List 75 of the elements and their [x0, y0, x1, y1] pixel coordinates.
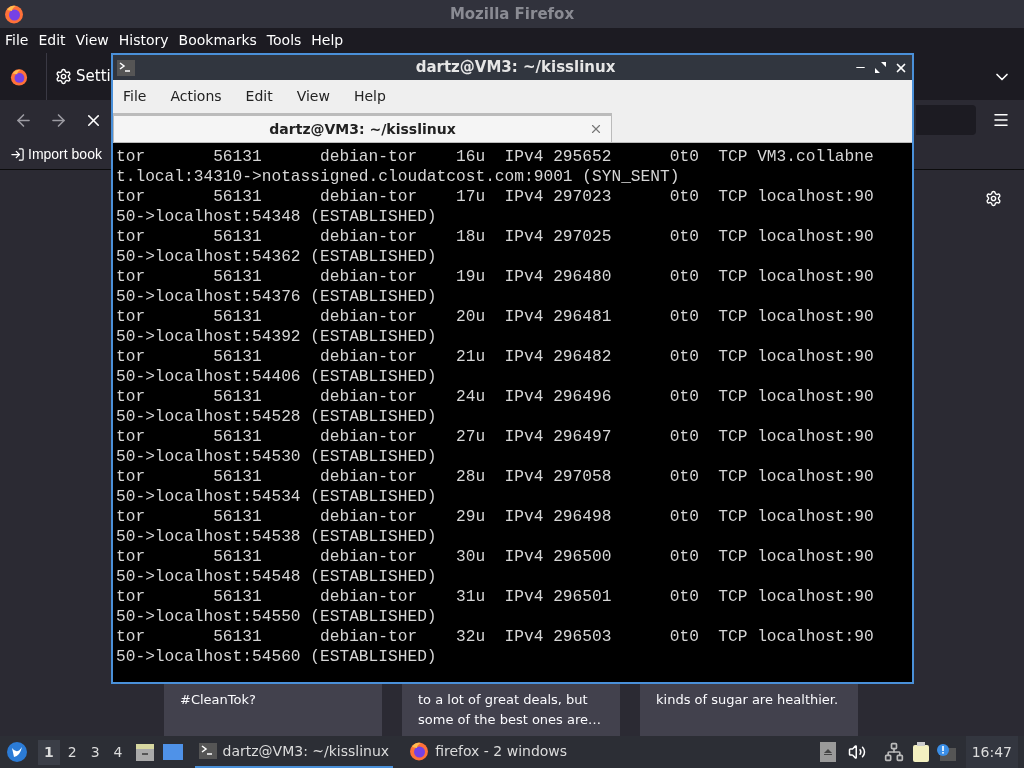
article-card[interactable]: to a lot of great deals, but some of the best ones are… [402, 684, 620, 736]
card-text: kinds of sugar are healthier. [656, 691, 840, 709]
menu-item[interactable]: Tools [266, 30, 302, 51]
terminal-line: tor 56131 debian-tor 27u IPv4 296497 0t0 TCP localhost:90 [116, 427, 874, 447]
terminal-line: tor 56131 debian-tor 30u IPv4 296500 0t0 TCP localhost:90 [116, 547, 874, 567]
terminal-line: tor 56131 debian-tor 19u IPv4 296480 0t0 TCP localhost:90 [116, 267, 874, 287]
menu-item[interactable]: View [296, 85, 330, 107]
terminal-line: 50->localhost:54376 (ESTABLISHED) [116, 287, 437, 307]
menu-item[interactable]: Edit [245, 85, 273, 107]
terminal-line: tor 56131 debian-tor 21u IPv4 296482 0t0 TCP localhost:90 [116, 347, 874, 367]
terminal-line: t.local:34310->notassigned.cloudatcost.com:9001 (SYN_SENT) [116, 167, 680, 187]
window-title: dartz@VM3: ~/kisslinux [414, 57, 617, 79]
menu-item[interactable]: File [123, 85, 147, 107]
taskbar-task[interactable]: firefox - 2 windows [405, 736, 572, 768]
terminal-line: tor 56131 debian-tor 32u IPv4 296503 0t0 TCP localhost:90 [116, 627, 874, 647]
terminal-line: 50->localhost:54348 (ESTABLISHED) [116, 207, 437, 227]
desktop-icon[interactable] [162, 743, 183, 761]
terminal-line: 50->localhost:54392 (ESTABLISHED) [116, 327, 437, 347]
menu-item[interactable]: Edit [38, 30, 66, 51]
article-card[interactable]: kinds of sugar are healthier. [640, 684, 858, 736]
menu-item[interactable]: Actions [170, 85, 222, 107]
terminal-line: 50->localhost:54530 (ESTABLISHED) [116, 447, 437, 467]
terminal-line: 50->localhost:54548 (ESTABLISHED) [116, 567, 437, 587]
terminal-line: tor 56131 debian-tor 17u IPv4 297023 0t0 TCP localhost:90 [116, 187, 874, 207]
card-text: some of the best ones are… [418, 711, 603, 729]
import-bookmarks-button[interactable]: Import book [10, 144, 102, 165]
menu-item[interactable]: Help [353, 85, 386, 107]
volume-icon[interactable] [847, 743, 866, 761]
terminal-line: 50->localhost:54406 (ESTABLISHED) [116, 367, 437, 387]
terminal-line: tor 56131 debian-tor 16u IPv4 295652 0t0 TCP VM3.collabne [116, 147, 874, 167]
notification-icon[interactable] [935, 743, 956, 761]
firefox-logo-icon [4, 4, 24, 24]
terminal-line: tor 56131 debian-tor 28u IPv4 297058 0t0 TCP localhost:90 [116, 467, 874, 487]
terminal-icon [117, 59, 135, 76]
window-title: Mozilla Firefox [448, 3, 576, 25]
terminal-tab[interactable]: dartz@VM3: ~/kisslinux [113, 113, 612, 142]
menu-item[interactable]: File [5, 30, 29, 51]
terminal-line: tor 56131 debian-tor 24u IPv4 296496 0t0 TCP localhost:90 [116, 387, 874, 407]
workspace-button[interactable]: 1 [38, 739, 60, 765]
terminal-line: 50->localhost:54560 (ESTABLISHED) [116, 647, 437, 667]
menu-icon[interactable] [992, 111, 1010, 129]
terminal-line: 50->localhost:54528 (ESTABLISHED) [116, 407, 437, 427]
menu-item[interactable]: View [75, 30, 109, 51]
menu-item[interactable]: Bookmarks [178, 30, 257, 51]
clipboard-icon[interactable] [911, 742, 930, 762]
firefox-view-icon[interactable] [10, 67, 28, 86]
terminal-line: tor 56131 debian-tor 20u IPv4 296481 0t0 TCP localhost:90 [116, 307, 874, 327]
network-icon[interactable] [883, 742, 904, 762]
maximize-icon[interactable] [875, 62, 886, 73]
card-text: #CleanTok? [180, 691, 257, 709]
workspace-button[interactable]: 3 [84, 739, 106, 765]
settings-icon[interactable] [985, 190, 1002, 207]
workspace-button[interactable]: 2 [61, 739, 83, 765]
firefox-logo-icon [409, 741, 430, 761]
file-cabinet-icon[interactable] [134, 742, 155, 762]
terminal-line: 50->localhost:54538 (ESTABLISHED) [116, 527, 437, 547]
terminal-line: tor 56131 debian-tor 18u IPv4 297025 0t0 TCP localhost:90 [116, 227, 874, 247]
terminal-line: 50->localhost:54550 (ESTABLISHED) [116, 607, 437, 627]
menu-item[interactable]: History [118, 30, 169, 51]
workspace-button[interactable]: 4 [107, 739, 129, 765]
card-text: to a lot of great deals, but [418, 691, 589, 709]
terminal-line: 50->localhost:54534 (ESTABLISHED) [116, 487, 437, 507]
clock[interactable]: 16:47 [965, 736, 1018, 768]
terminal-line: tor 56131 debian-tor 29u IPv4 296498 0t0 TCP localhost:90 [116, 507, 874, 527]
terminal-line: 50->localhost:54362 (ESTABLISHED) [116, 247, 437, 267]
menu-item[interactable]: Help [311, 30, 344, 51]
import-icon [10, 147, 25, 162]
settings-icon [55, 68, 72, 85]
taskbar-task[interactable]: dartz@VM3: ~/kisslinux [194, 736, 394, 768]
close-tab-icon[interactable] [589, 122, 603, 136]
eject-icon[interactable] [819, 742, 836, 762]
article-card[interactable]: #CleanTok? [164, 684, 382, 736]
start-menu-icon[interactable] [6, 741, 28, 763]
terminal-line: tor 56131 debian-tor 31u IPv4 296501 0t0 TCP localhost:90 [116, 587, 874, 607]
terminal-icon [198, 743, 217, 759]
